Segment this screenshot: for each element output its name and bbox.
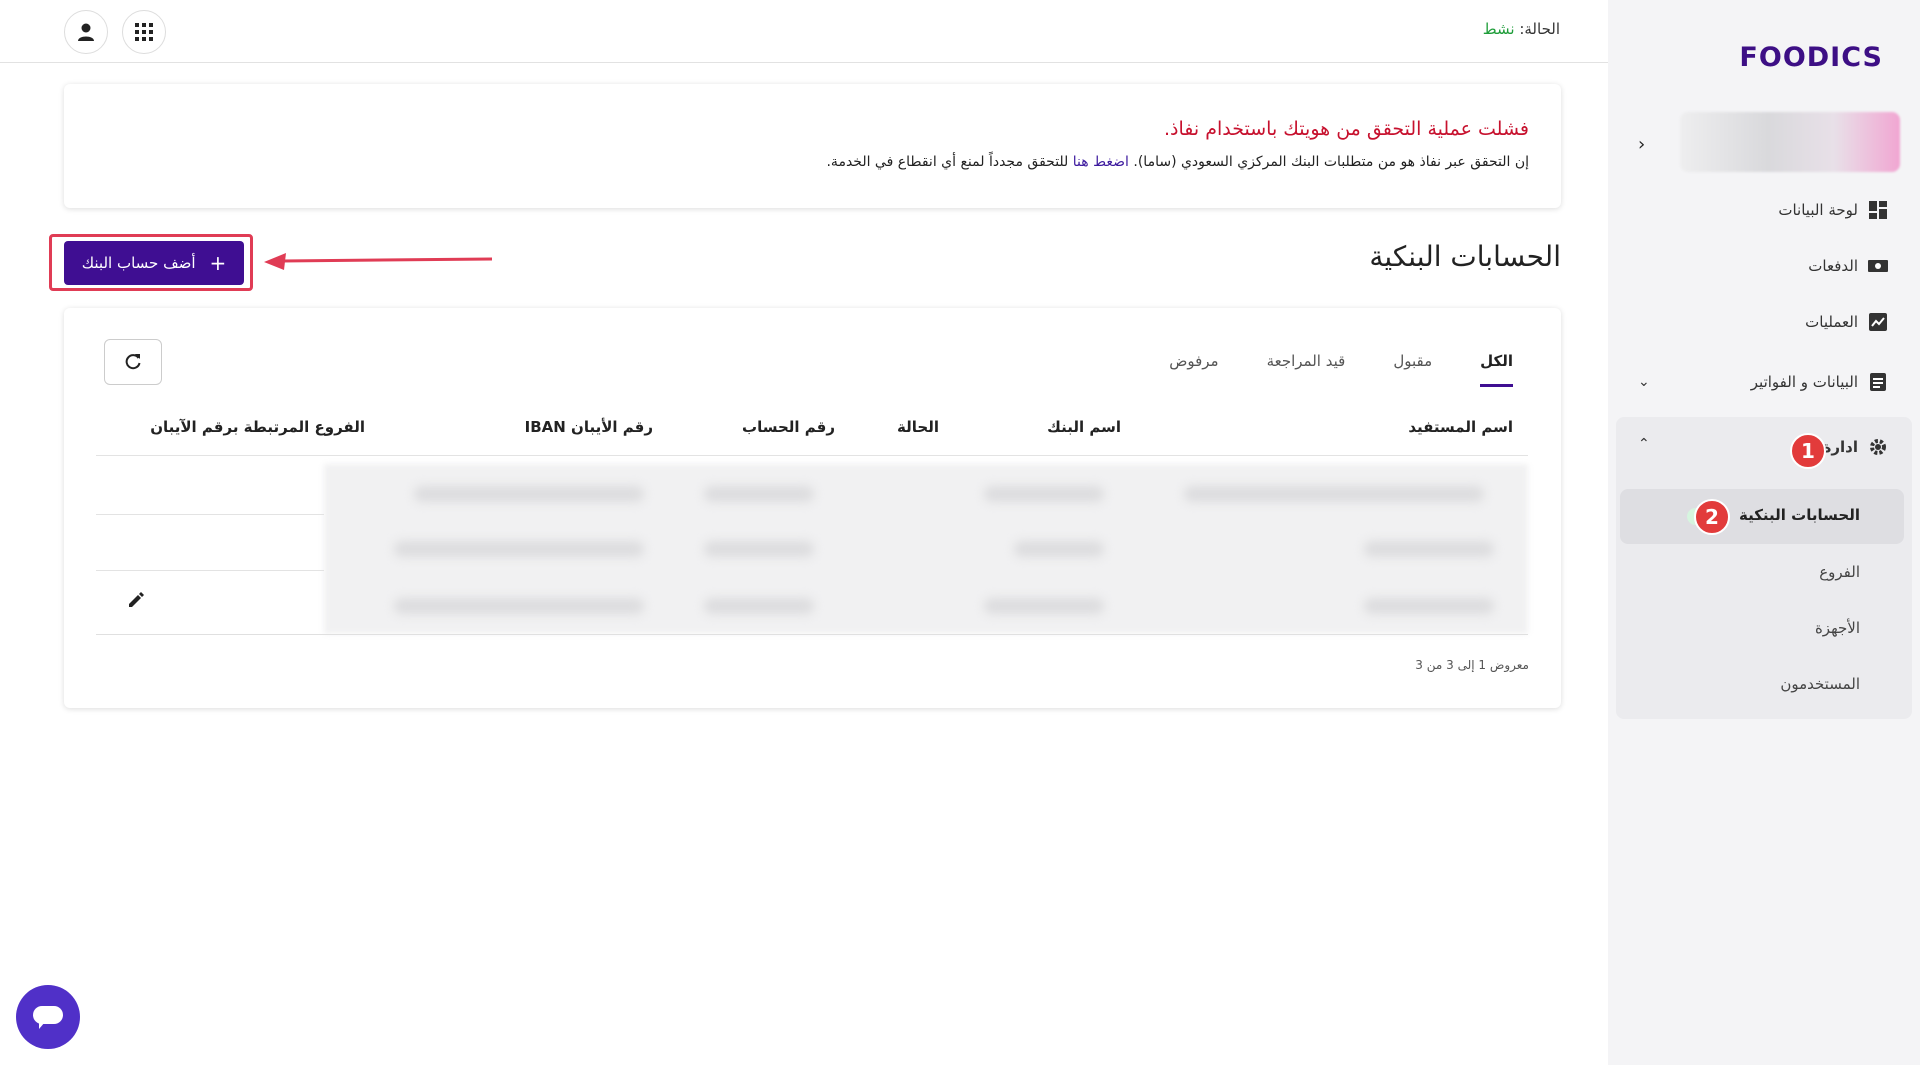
chart-icon [1868,312,1888,332]
status-label: الحالة: [1519,20,1560,38]
alert-body: إن التحقق عبر نفاذ هو من متطلبات البنك ا… [826,154,1529,170]
chat-launcher-button[interactable] [16,985,80,1049]
table-bottom-divider [96,634,1528,635]
pencil-icon [129,592,144,607]
edit-branches-button[interactable] [127,591,145,613]
tab-all[interactable]: الكل [1480,352,1513,387]
bank-accounts-card: الكل مقبول قيد المراجعة مرفوض اسم المستف… [64,308,1561,708]
apps-grid-icon [135,23,153,41]
sidebar-item-operations[interactable]: العمليات [1805,312,1888,332]
plus-icon: + [209,251,227,275]
sidebar-subitem-devices[interactable]: الأجهزة [1815,619,1860,637]
column-header-iban: رقم الأيبان IBAN [524,418,653,436]
table-row [1364,598,1494,614]
business-profile-blurred[interactable] [1680,112,1900,172]
table-row [394,541,644,557]
sidebar-subitem-users[interactable]: المستخدمون [1780,675,1860,693]
topbar: الحالة: نشط [0,0,1608,63]
sidebar-subitem-label: الحسابات البنكية [1738,506,1860,524]
table-row [704,598,814,614]
chat-icon [33,1006,63,1029]
table-row [704,486,814,502]
dashboard-icon [1868,200,1888,220]
refresh-icon [125,354,141,370]
table-header-divider [96,455,1528,456]
table-row [1014,541,1104,557]
tab-under-review[interactable]: قيد المراجعة [1267,352,1346,387]
table-row [984,598,1104,614]
column-header-bank-name: اسم البنك [1047,418,1121,436]
table-row [394,598,644,614]
pagination-summary: معروض 1 إلى 3 من 3 [1415,658,1529,672]
nafath-alert: فشلت عملية التحقق من هويتك باستخدام نفاذ… [64,84,1561,208]
sidebar: FOODICS ‹ لوحة البيانات الدفعات العمليات… [1608,0,1920,1065]
user-icon [78,23,94,41]
chevron-down-icon[interactable]: ⌄ [1638,374,1650,390]
alert-title: فشلت عملية التحقق من هويتك باستخدام نفاذ… [1164,118,1529,140]
status-tabs: الكل مقبول قيد المراجعة مرفوض [1169,352,1513,387]
refresh-button[interactable] [104,339,162,385]
sidebar-item-admin[interactable]: ادارة [1823,437,1888,457]
sidebar-subitem-branches[interactable]: الفروع [1819,563,1860,581]
sidebar-item-payments[interactable]: الدفعات [1808,256,1888,276]
table-row [1184,486,1484,502]
admin-section [1616,417,1912,719]
payments-icon [1868,256,1888,276]
row-divider [96,514,324,515]
column-header-account-number: رقم الحساب [742,418,835,436]
status-value: نشط [1482,20,1515,38]
apps-button[interactable] [122,10,166,54]
alert-body-text: إن التحقق عبر نفاذ هو من متطلبات البنك ا… [1133,154,1529,170]
sidebar-item-label: لوحة البيانات [1778,201,1858,219]
account-status: الحالة: نشط [1483,20,1560,38]
step-badge-2: 2 [1694,499,1730,535]
user-menu-button[interactable] [64,10,108,54]
sidebar-item-label: الدفعات [1808,257,1858,275]
foodics-logo: FOODICS [1739,42,1883,73]
tab-rejected[interactable]: مرفوض [1169,352,1218,387]
column-header-linked-branches: الفروع المرتبطة برقم الآيبان [150,418,365,436]
sidebar-item-label: العمليات [1805,313,1858,331]
sidebar-item-label: ادارة [1822,438,1858,456]
column-header-beneficiary: اسم المستفيد [1408,418,1513,436]
gear-icon [1868,437,1888,457]
row-divider [96,570,324,571]
alert-body-text-after: للتحقق مجدداً لمنع أي انقطاع في الخدمة. [826,154,1069,170]
sidebar-item-dashboard[interactable]: لوحة البيانات [1778,200,1888,220]
add-button-label: أضف حساب البنك [81,254,196,272]
chevron-up-icon[interactable]: ⌃ [1638,436,1650,452]
sidebar-item-reports[interactable]: البيانات و الفواتير [1751,372,1888,392]
step-badge-1: 1 [1790,433,1826,469]
table-row [984,486,1104,502]
table-row [704,541,814,557]
page-title: الحسابات البنكية [1369,240,1561,273]
tab-accepted[interactable]: مقبول [1393,352,1432,387]
annotation-arrow-icon [264,253,493,270]
sidebar-item-label: البيانات و الفواتير [1750,373,1858,391]
retry-verification-link[interactable]: اضغط هنا [1073,154,1129,170]
document-icon [1868,372,1888,392]
table-row [1364,541,1494,557]
table-row [414,486,644,502]
chevron-left-icon[interactable]: ‹ [1638,134,1645,155]
column-header-status: الحالة [897,418,939,436]
add-bank-account-button[interactable]: + أضف حساب البنك [64,241,244,285]
